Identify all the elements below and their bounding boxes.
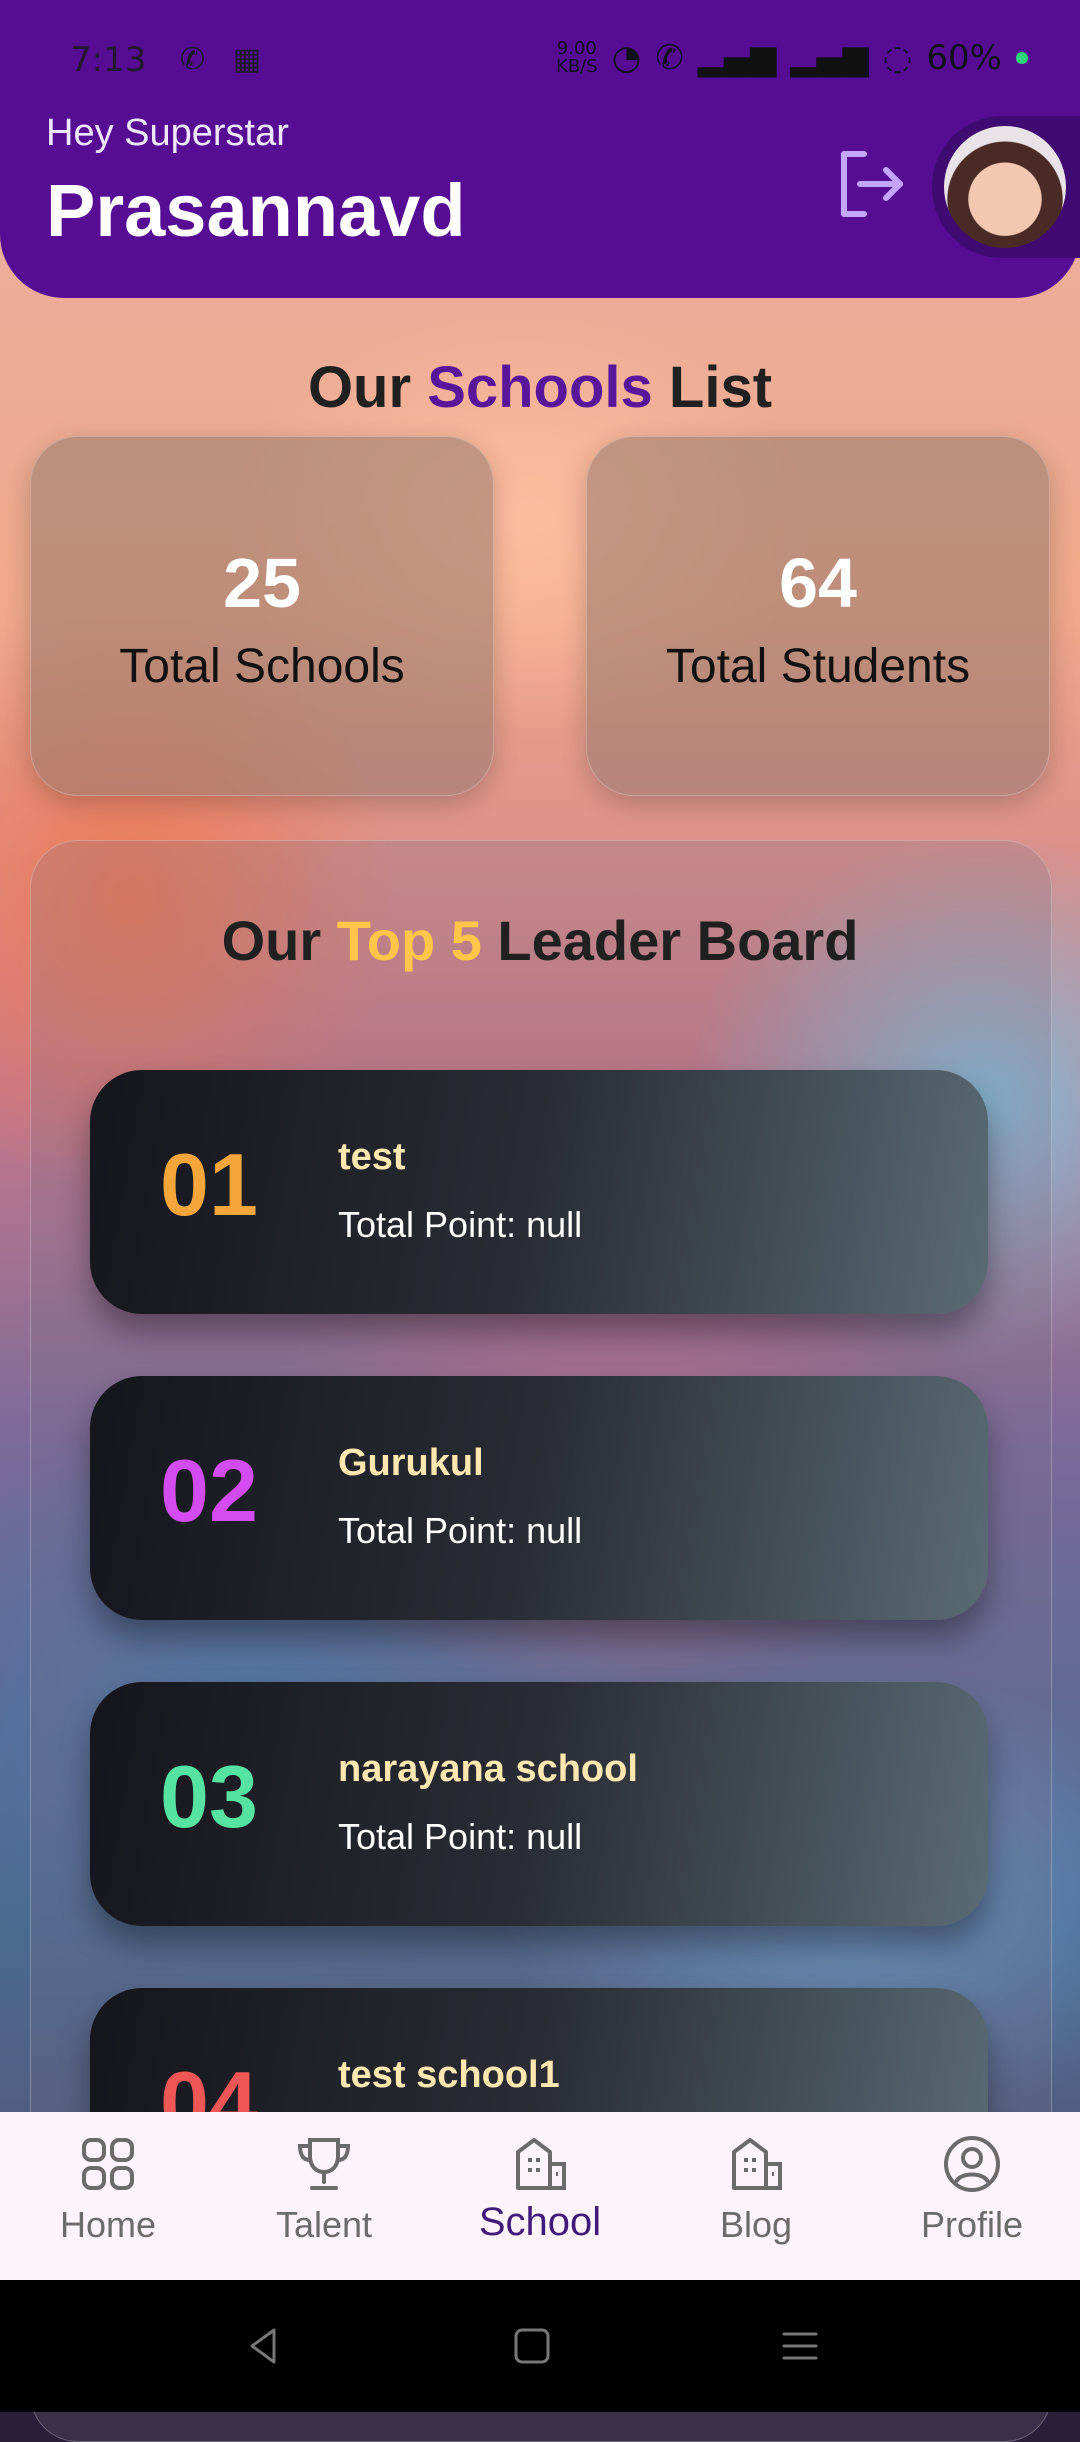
wifi-icon: ◔ bbox=[611, 38, 642, 78]
total-points: Total Point: null bbox=[338, 1204, 583, 1245]
nav-label: School bbox=[478, 2200, 602, 2244]
home-square-icon[interactable] bbox=[508, 2322, 556, 2370]
status-left-icons: ✆ ▦ bbox=[180, 42, 261, 77]
calendar-icon: ▦ bbox=[232, 42, 262, 77]
status-bar: 7:13 ✆ ▦ 9.00 KB/S ◔ ✆ ▂▄▆ ▂▄▆ ◌ 60% bbox=[0, 0, 1080, 120]
nav-school[interactable]: School bbox=[432, 2112, 648, 2280]
privacy-dot bbox=[1016, 52, 1028, 64]
nav-profile[interactable]: Profile bbox=[864, 2112, 1080, 2280]
menu-icon[interactable] bbox=[776, 2322, 824, 2370]
schools-title: Our Schools List bbox=[307, 355, 773, 420]
school-name: narayana school bbox=[338, 1748, 638, 1790]
nav-home[interactable]: Home bbox=[0, 2112, 216, 2280]
stat-value: 64 bbox=[779, 544, 857, 622]
system-nav-bar bbox=[0, 2280, 1080, 2412]
rank-number: 01 bbox=[160, 1135, 258, 1234]
greeting: Hey Superstar bbox=[46, 112, 289, 154]
status-time: 7:13 bbox=[70, 40, 147, 80]
battery-percent: 60% bbox=[926, 38, 1002, 78]
header: 7:13 ✆ ▦ 9.00 KB/S ◔ ✆ ▂▄▆ ▂▄▆ ◌ 60% Hey… bbox=[0, 0, 1080, 298]
building-icon bbox=[732, 2138, 782, 2190]
rank-number: 02 bbox=[160, 1441, 258, 1540]
total-points: Total Point: null bbox=[338, 1510, 583, 1551]
school-name: test school1 bbox=[338, 2054, 560, 2096]
nav-label: Profile bbox=[920, 2204, 1024, 2245]
stat-label: Total Students bbox=[665, 640, 971, 693]
school-name: Gurukul bbox=[338, 1442, 484, 1484]
building-icon bbox=[516, 2138, 566, 2190]
school-name: test bbox=[338, 1136, 406, 1178]
trophy-icon bbox=[297, 2138, 351, 2190]
stat-value: 25 bbox=[223, 544, 301, 622]
call-volte-icon: ✆ bbox=[655, 38, 684, 78]
stat-card-total-students[interactable]: 64 Total Students bbox=[586, 436, 1050, 796]
call-icon: ✆ bbox=[180, 42, 206, 77]
avatar[interactable] bbox=[944, 126, 1066, 248]
account-circle-icon bbox=[944, 2136, 1000, 2192]
user-name: Prasannavd bbox=[46, 169, 466, 252]
stat-card-total-schools[interactable]: 25 Total Schools bbox=[30, 436, 494, 796]
nav-talent[interactable]: Talent bbox=[216, 2112, 432, 2280]
leaderboard-row[interactable]: 01 test Total Point: null bbox=[90, 1070, 988, 1314]
back-icon[interactable] bbox=[240, 2322, 288, 2370]
leaderboard-title: Our Top 5 Leader Board bbox=[221, 909, 859, 972]
status-right: 9.00 KB/S ◔ ✆ ▂▄▆ ▂▄▆ ◌ 60% bbox=[556, 38, 1028, 78]
leaderboard-row[interactable]: 02 Gurukul Total Point: null bbox=[90, 1376, 988, 1620]
nav-label: Blog bbox=[719, 2204, 793, 2245]
total-points: Total Point: null bbox=[338, 1816, 583, 1857]
signal-icon: ▂▄▆ bbox=[697, 38, 777, 78]
grid-icon bbox=[82, 2138, 134, 2190]
signal-icon: ▂▄▆ bbox=[790, 38, 869, 78]
logout-icon[interactable] bbox=[834, 146, 910, 222]
nav-label: Home bbox=[59, 2204, 157, 2245]
nav-blog[interactable]: Blog bbox=[648, 2112, 864, 2280]
leaderboard-row[interactable]: 03 narayana school Total Point: null bbox=[90, 1682, 988, 1926]
net-speed: 9.00 KB/S bbox=[556, 38, 598, 77]
bottom-nav: Home Talent School Blog Profile bbox=[0, 2112, 1080, 2280]
nav-label: Talent bbox=[275, 2204, 373, 2245]
rank-number: 03 bbox=[160, 1747, 258, 1846]
avatar-container[interactable] bbox=[932, 116, 1080, 258]
battery-icon: ◌ bbox=[882, 38, 913, 78]
stat-label: Total Schools bbox=[119, 640, 405, 693]
